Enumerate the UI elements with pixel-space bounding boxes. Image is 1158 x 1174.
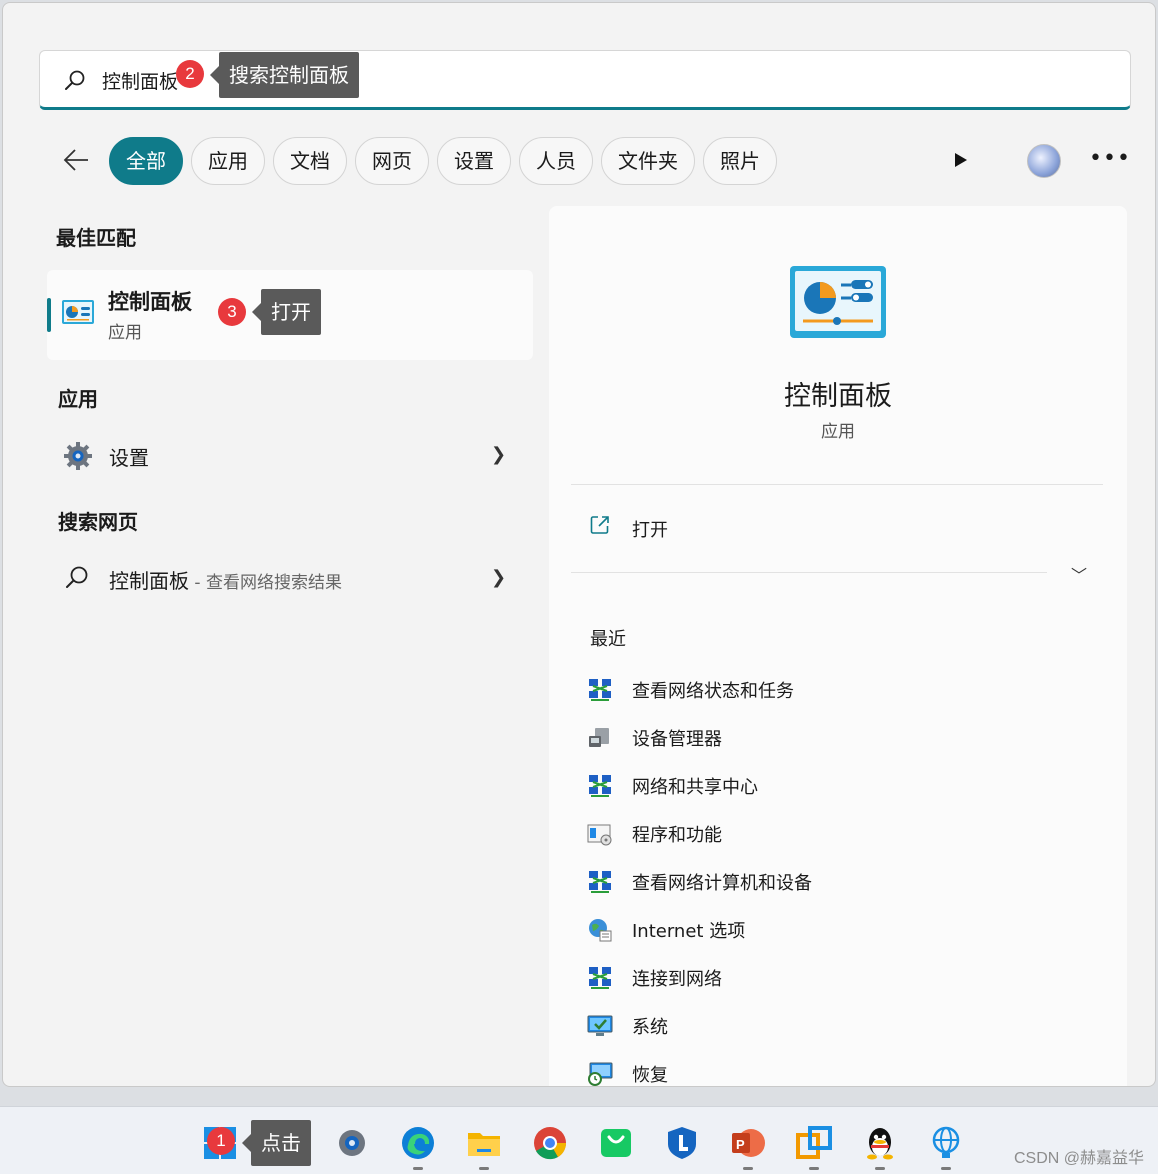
- step-tooltip-open: 打开: [252, 289, 321, 335]
- running-indicator: [875, 1167, 885, 1170]
- system-icon: [587, 1015, 613, 1036]
- app-result-label: 设置: [109, 446, 149, 470]
- filter-tabs: 全部 应用 文档 网页 设置 人员 文件夹 照片: [109, 137, 777, 185]
- search-input[interactable]: 控制面板: [102, 67, 178, 94]
- recent-item-label: 查看网络状态和任务: [632, 681, 794, 702]
- network-globe-icon[interactable]: [928, 1125, 964, 1170]
- tab-web[interactable]: 网页: [355, 137, 429, 185]
- remote-icon[interactable]: [796, 1125, 832, 1170]
- running-indicator: [743, 1167, 753, 1170]
- detail-title: 控制面板: [784, 381, 892, 412]
- step-badge-3: 3: [218, 298, 246, 326]
- network-icon: [589, 871, 611, 893]
- step-tooltip-search: 搜索控制面板: [210, 52, 359, 98]
- tab-people[interactable]: 人员: [519, 137, 593, 185]
- network-icon: [589, 679, 611, 701]
- step-badge-2: 2: [176, 60, 204, 88]
- chrome-icon[interactable]: [532, 1125, 568, 1161]
- tab-settings[interactable]: 设置: [437, 137, 511, 185]
- tab-documents[interactable]: 文档: [273, 137, 347, 185]
- recent-item-label: 查看网络计算机和设备: [632, 873, 812, 894]
- watermark: CSDN @赫嘉益华: [1013, 1150, 1144, 1167]
- search-icon: [66, 566, 88, 588]
- control-panel-icon: [62, 300, 94, 324]
- tab-all[interactable]: 全部: [109, 137, 183, 185]
- network-icon: [589, 967, 611, 989]
- tab-apps[interactable]: 应用: [191, 137, 265, 185]
- recent-item-label: 设备管理器: [632, 729, 722, 750]
- recent-item-label: 程序和功能: [632, 825, 722, 846]
- internet-options-icon: [589, 919, 612, 942]
- recovery-icon: [588, 1062, 613, 1086]
- detail-panel: 控制面板 应用 打开 ﹀ 最近 查看网络状态和任务 设备管理器 网络和共享中心 …: [549, 206, 1127, 1086]
- web-search-heading: 搜索网页: [58, 510, 138, 534]
- lenovo-icon[interactable]: [664, 1125, 700, 1161]
- open-action[interactable]: 打开: [589, 514, 668, 541]
- file-explorer-icon[interactable]: [466, 1125, 502, 1170]
- running-indicator: [941, 1167, 951, 1170]
- back-arrow-icon[interactable]: [61, 145, 91, 175]
- running-indicator: [413, 1167, 423, 1170]
- search-box[interactable]: 控制面板: [39, 50, 1131, 110]
- more-options-icon[interactable]: •••: [1089, 146, 1131, 171]
- device-manager-icon: [589, 728, 609, 747]
- step-badge-1: 1: [207, 1127, 235, 1155]
- best-match-name: 控制面板: [108, 290, 192, 314]
- play-icon[interactable]: [953, 151, 969, 169]
- chevron-right-icon[interactable]: ❯: [491, 567, 506, 588]
- open-label: 打开: [632, 520, 668, 541]
- control-panel-icon: [790, 266, 886, 338]
- recent-item-label: Internet 选项: [632, 921, 746, 942]
- avatar[interactable]: [1027, 144, 1061, 178]
- best-match-type: 应用: [108, 323, 142, 343]
- tab-photos[interactable]: 照片: [703, 137, 777, 185]
- settings-icon[interactable]: [334, 1125, 370, 1161]
- network-icon: [589, 775, 611, 797]
- recent-item-label: 恢复: [632, 1065, 668, 1086]
- apps-heading: 应用: [58, 387, 98, 411]
- start-search-window: 控制面板 2 搜索控制面板 全部 应用 文档 网页 设置 人员 文件夹 照片 •…: [2, 2, 1156, 1087]
- open-external-icon: [590, 516, 609, 534]
- web-result-item[interactable]: 控制面板 - 查看网络搜索结果 ❯: [59, 554, 529, 602]
- step-tooltip-click: 点击: [242, 1120, 311, 1166]
- running-indicator: [809, 1167, 819, 1170]
- recent-heading: 最近: [590, 629, 626, 650]
- tab-folders[interactable]: 文件夹: [601, 137, 695, 185]
- powerpoint-icon[interactable]: P: [730, 1125, 766, 1170]
- best-match-heading: 最佳匹配: [56, 226, 136, 250]
- web-result-suffix: - 查看网络搜索结果: [189, 573, 342, 593]
- chevron-right-icon[interactable]: ❯: [491, 444, 506, 465]
- edge-icon[interactable]: [400, 1125, 436, 1170]
- divider: [571, 572, 1047, 573]
- recent-item-label: 连接到网络: [632, 969, 722, 990]
- selection-indicator: [47, 298, 51, 332]
- qq-icon[interactable]: [862, 1125, 898, 1170]
- store-icon[interactable]: [598, 1125, 634, 1161]
- divider: [571, 484, 1103, 485]
- programs-icon: [587, 824, 612, 846]
- search-icon: [65, 70, 85, 90]
- chevron-down-icon[interactable]: ﹀: [1071, 562, 1087, 586]
- svg-text:P: P: [736, 1137, 745, 1152]
- app-result-settings[interactable]: 设置 ❯: [59, 431, 529, 479]
- gear-icon: [64, 442, 92, 470]
- web-result-query: 控制面板: [109, 569, 189, 593]
- recent-item-label: 网络和共享中心: [632, 777, 758, 798]
- taskbar: 1 点击 P: [0, 1106, 1158, 1174]
- recent-item-label: 系统: [632, 1017, 668, 1038]
- detail-type: 应用: [821, 422, 855, 442]
- running-indicator: [479, 1167, 489, 1170]
